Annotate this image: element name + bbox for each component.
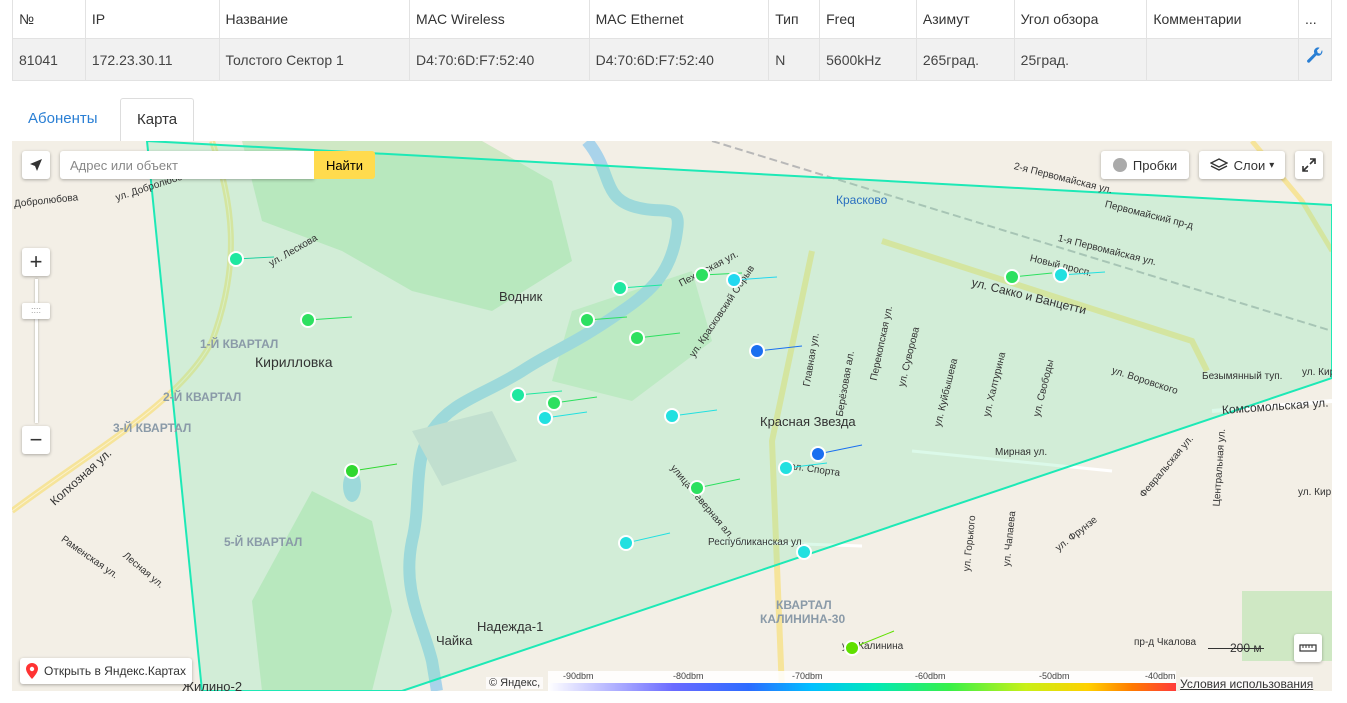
table-header-row: № IP Название MAC Wireless MAC Ethernet … [12,0,1332,39]
traffic-label: Пробки [1132,157,1178,173]
address-search-input[interactable] [60,151,314,179]
traffic-button[interactable]: Пробки [1101,151,1189,179]
ruler-icon [1299,644,1317,652]
legend-label: -50dbm [1039,671,1070,681]
zoom-track[interactable] [35,279,38,423]
marker[interactable] [1053,267,1106,283]
legend-label: -60dbm [915,671,946,681]
zoom-in-button[interactable]: + [22,248,50,276]
marker[interactable] [629,330,681,346]
map-view[interactable]: Водник Кирилловка Красная Звезда Надежда… [12,141,1332,691]
layers-icon [1209,158,1228,171]
device-table: № IP Название MAC Wireless MAC Ethernet … [12,0,1332,81]
col-ip: IP [84,0,220,39]
ruler-button[interactable] [1294,634,1322,662]
legend-label: -90dbm [563,671,594,681]
marker[interactable] [844,630,895,656]
marker[interactable] [618,532,671,551]
arrow-icon [30,159,42,171]
cell-mac-ethernet: D4:70:6D:F7:52:40 [588,38,770,81]
marker[interactable] [1004,269,1053,285]
marker[interactable] [579,312,628,328]
marker[interactable] [537,410,588,426]
layers-button[interactable]: Слои ▾ [1199,151,1285,179]
col-azimuth: Азимут [915,0,1015,39]
marker[interactable] [749,343,803,359]
cell-comments [1146,38,1299,81]
cell-freq: 5600kHz [819,38,917,81]
expand-icon [1302,158,1316,172]
legend-label: -40dbm [1145,671,1176,681]
marker[interactable] [612,280,663,296]
legend-gradient [548,683,1176,691]
cell-number: 81041 [12,38,86,81]
map-pin-icon [26,663,38,679]
legend-label: -80dbm [673,671,704,681]
col-mac-ethernet: MAC Ethernet [588,0,770,39]
marker[interactable] [778,460,828,476]
marker[interactable] [689,478,741,496]
cell-azimuth: 265град. [915,38,1015,81]
col-comments: Комментарии [1146,0,1299,39]
tab-map[interactable]: Карта [120,98,195,142]
chevron-down-icon: ▾ [1269,159,1275,171]
col-freq: Freq [819,0,917,39]
col-mac-wireless: MAC Wireless [409,0,590,39]
find-button[interactable]: Найти [314,151,375,179]
cell-name: Толстого Сектор 1 [218,38,411,81]
wrench-icon[interactable] [1305,47,1325,71]
col-name: Название [218,0,411,39]
fullscreen-button[interactable] [1295,151,1323,179]
col-actions: ... [1298,0,1332,39]
col-view-angle: Угол обзора [1013,0,1148,39]
layers-label: Слои [1233,157,1266,173]
legend-label: -70dbm [792,671,823,681]
marker[interactable] [300,312,353,328]
zoom-out-button[interactable]: − [22,426,50,454]
copyright-text: © Яндекс, [486,677,544,689]
scale-label: 200 м [1230,641,1262,655]
open-in-yandex-label: Открыть в Яндекс.Картах [44,664,186,678]
marker[interactable] [796,544,812,560]
marker[interactable] [664,408,718,424]
tab-subscribers[interactable]: Абоненты [12,98,114,140]
cell-actions [1298,38,1332,81]
open-in-yandex-button[interactable]: Открыть в Яндекс.Картах [20,658,192,684]
marker[interactable] [726,272,778,288]
marker[interactable] [810,444,863,462]
traffic-icon [1112,158,1127,172]
cell-type: N [768,38,821,81]
col-type: Тип [768,0,821,39]
signal-legend: -90dbm -80dbm -70dbm -60dbm -50dbm -40db… [548,671,1176,691]
signal-markers [228,251,1106,656]
cell-view-angle: 25град. [1013,38,1148,81]
table-row: 81041 172.23.30.11 Толстого Сектор 1 D4:… [12,38,1332,81]
col-number: № [12,0,86,39]
marker[interactable] [344,463,398,479]
geolocation-button[interactable] [22,151,50,179]
cell-mac-wireless: D4:70:6D:F7:52:40 [409,38,590,81]
marker[interactable] [546,395,598,411]
terms-link[interactable]: Условия использования [1180,677,1314,691]
zoom-slider-handle[interactable]: :::: [22,303,50,319]
tab-bar: Абоненты Карта [12,98,1332,142]
marker[interactable] [228,251,275,267]
cell-ip: 172.23.30.11 [84,38,220,81]
